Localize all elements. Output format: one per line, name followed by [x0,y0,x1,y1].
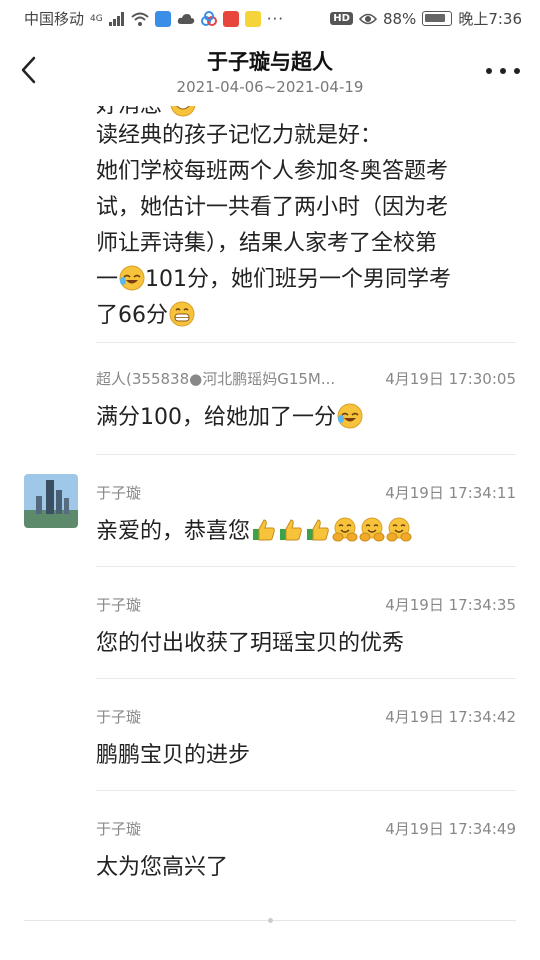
app-icon [200,10,217,26]
more-button[interactable] [486,58,520,84]
hugging-emoji [359,517,385,542]
carrier-label: 中国移动 [24,10,85,28]
message-text: 太为您高兴了 [96,855,229,880]
message-body: 读经典的孩子记忆力就是好： 她们学校每班两个人参加冬奥答题考 试，她估计一共看了… [96,123,452,328]
divider [96,342,516,343]
grinning-emoji [170,106,196,117]
wifi-icon [131,12,149,26]
signal-icon [108,11,124,26]
app-icon [154,10,171,27]
message-text: 您的付出收获了玥瑶宝贝的优秀 [96,631,405,656]
network-label: 4G [90,13,103,24]
message-text: 满分100，给她加了一分 [96,402,363,434]
hugging-emoji [386,517,412,542]
message-time: 4月19日 17:34:11 [385,484,516,502]
crying-laughing-emoji [119,265,145,291]
message-time: 4月19日 17:34:42 [385,708,516,726]
divider [96,678,516,679]
chat-history[interactable]: 好消息 读经典的孩子记忆力就是好： 她们学校每班两个人参加冬奥答题考 试，她估计… [0,106,540,960]
divider [96,790,516,791]
grinning-emoji [169,301,195,327]
app-icon [222,10,239,27]
date-range: 2021-04-06~2021-04-19 [176,78,364,96]
message-text: 鹏鹏宝贝的进步 [96,743,251,768]
thumbs-up-emoji [307,519,329,541]
sender-name: 于子璇 [96,484,142,502]
thumbs-up-emoji [253,519,275,541]
sender-name: 于子璇 [96,596,142,614]
thumbs-up-emoji [280,519,302,541]
divider [96,454,516,455]
message-time: 4月19日 17:34:35 [385,596,516,614]
clock: 晚上7:36 [458,10,522,28]
app-icon [244,10,261,27]
more-notifications-icon: ··· [266,9,285,28]
divider [96,566,516,567]
message-time: 4月19日 17:34:49 [385,820,516,838]
battery-percent: 88% [382,9,417,28]
more-dots-icon [486,68,492,74]
message-time: 4月19日 17:30:05 [385,370,516,388]
hd-icon: HD [330,12,353,25]
scroll-indicator [268,918,273,923]
sender-name: 超人(355838●河北鹏瑶妈G15M... [96,370,336,388]
sender-name: 于子璇 [96,708,142,726]
chat-title: 于子璇与超人 [207,50,333,74]
sender-name: 于子璇 [96,820,142,838]
status-bar: 中国移动 4G ··· HD 88% 晚上7:36 [0,0,540,36]
eye-icon [358,13,377,24]
avatar-image [24,474,78,528]
avatar[interactable] [24,474,78,528]
battery-icon [422,11,453,26]
crying-laughing-emoji [337,403,363,429]
hugging-emoji [332,517,358,542]
cloud-icon [177,13,194,24]
chat-header: 于子璇与超人 2021-04-06~2021-04-19 [0,36,540,106]
message-text: 亲爱的，恭喜您 [96,516,412,548]
